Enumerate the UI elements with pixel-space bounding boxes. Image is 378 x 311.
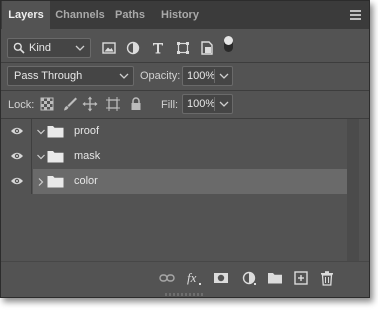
folder-icon xyxy=(47,151,64,163)
adjustment-layer-icon[interactable] xyxy=(241,270,257,286)
blend-mode-select[interactable]: Pass Through xyxy=(7,66,134,86)
smart-object-filter-icon[interactable] xyxy=(199,40,215,56)
lock-all-icon[interactable] xyxy=(128,96,144,112)
resize-grip[interactable] xyxy=(165,293,205,296)
new-group-icon[interactable] xyxy=(267,270,283,286)
scrollbar[interactable] xyxy=(347,119,359,261)
visibility-toggle[interactable] xyxy=(1,119,32,144)
chevron-right-icon[interactable] xyxy=(36,177,46,187)
panel-menu-icon[interactable] xyxy=(350,10,361,20)
eye-icon[interactable] xyxy=(10,126,24,136)
fx-icon[interactable]: fx xyxy=(186,270,202,286)
layer-name: proof xyxy=(74,125,100,137)
layers-list: proof mask color xyxy=(1,119,369,261)
tab-layers[interactable]: Layers xyxy=(2,1,50,29)
eye-icon[interactable] xyxy=(10,176,24,186)
lock-transparent-pixels-icon[interactable] xyxy=(39,96,55,112)
chevron-down-icon[interactable] xyxy=(36,127,46,137)
eye-icon[interactable] xyxy=(10,151,24,161)
search-icon xyxy=(13,42,25,54)
type-layer-filter-icon[interactable] xyxy=(150,40,166,56)
visibility-toggle[interactable] xyxy=(1,144,32,169)
new-layer-icon[interactable] xyxy=(293,270,309,286)
panel-footer: fx xyxy=(1,261,369,297)
filter-type-select[interactable]: Kind xyxy=(7,38,91,58)
layer-body[interactable]: proof xyxy=(33,119,347,144)
fill-value: 100% xyxy=(187,98,216,110)
layer-row[interactable]: proof xyxy=(1,119,347,144)
shape-layer-filter-icon[interactable] xyxy=(175,40,191,56)
chevron-down-icon[interactable] xyxy=(36,152,46,162)
folder-icon xyxy=(47,126,64,138)
filter-toggle[interactable] xyxy=(224,36,233,52)
pixel-layer-filter-icon[interactable] xyxy=(101,40,117,56)
opacity-value: 100% xyxy=(187,70,216,82)
visibility-toggle[interactable] xyxy=(1,169,32,194)
chevron-down-icon xyxy=(75,45,85,51)
link-layers-icon[interactable] xyxy=(159,270,175,286)
lock-artboard-icon[interactable] xyxy=(105,96,121,112)
tab-bar: Layers Channels Paths History xyxy=(1,1,369,29)
tab-channels[interactable]: Channels xyxy=(51,1,109,29)
adjustment-layer-filter-icon[interactable] xyxy=(125,40,141,56)
toggle-knob xyxy=(224,36,233,45)
layer-body[interactable]: color xyxy=(33,169,347,194)
lock-image-pixels-icon[interactable] xyxy=(62,96,78,112)
fill-field[interactable]: 100% xyxy=(182,94,233,114)
chevron-down-icon xyxy=(119,73,129,79)
layer-name: mask xyxy=(74,150,101,162)
chevron-down-icon[interactable] xyxy=(219,98,229,110)
layer-row[interactable]: color xyxy=(1,169,347,194)
blend-mode-value: Pass Through xyxy=(14,70,83,82)
layer-body[interactable]: mask xyxy=(33,144,347,169)
svg-text:fx: fx xyxy=(187,270,197,285)
lock-label: Lock: xyxy=(8,99,35,111)
divider xyxy=(1,62,369,63)
tab-paths[interactable]: Paths xyxy=(109,1,151,29)
divider xyxy=(1,90,369,91)
layer-name: color xyxy=(74,175,98,187)
opacity-field[interactable]: 100% xyxy=(182,66,233,86)
add-mask-icon[interactable] xyxy=(213,270,229,286)
fill-label: Fill: xyxy=(161,99,179,111)
chevron-down-icon[interactable] xyxy=(219,70,229,82)
filter-kind-label: Kind xyxy=(29,42,52,54)
tab-history[interactable]: History xyxy=(151,1,209,29)
layer-row[interactable]: mask xyxy=(1,144,347,169)
opacity-label: Opacity: xyxy=(140,70,181,82)
lock-position-icon[interactable] xyxy=(82,96,98,112)
layers-panel: Layers Channels Paths History Kind Pass … xyxy=(0,0,370,298)
delete-icon[interactable] xyxy=(319,270,335,286)
folder-icon xyxy=(47,176,64,188)
